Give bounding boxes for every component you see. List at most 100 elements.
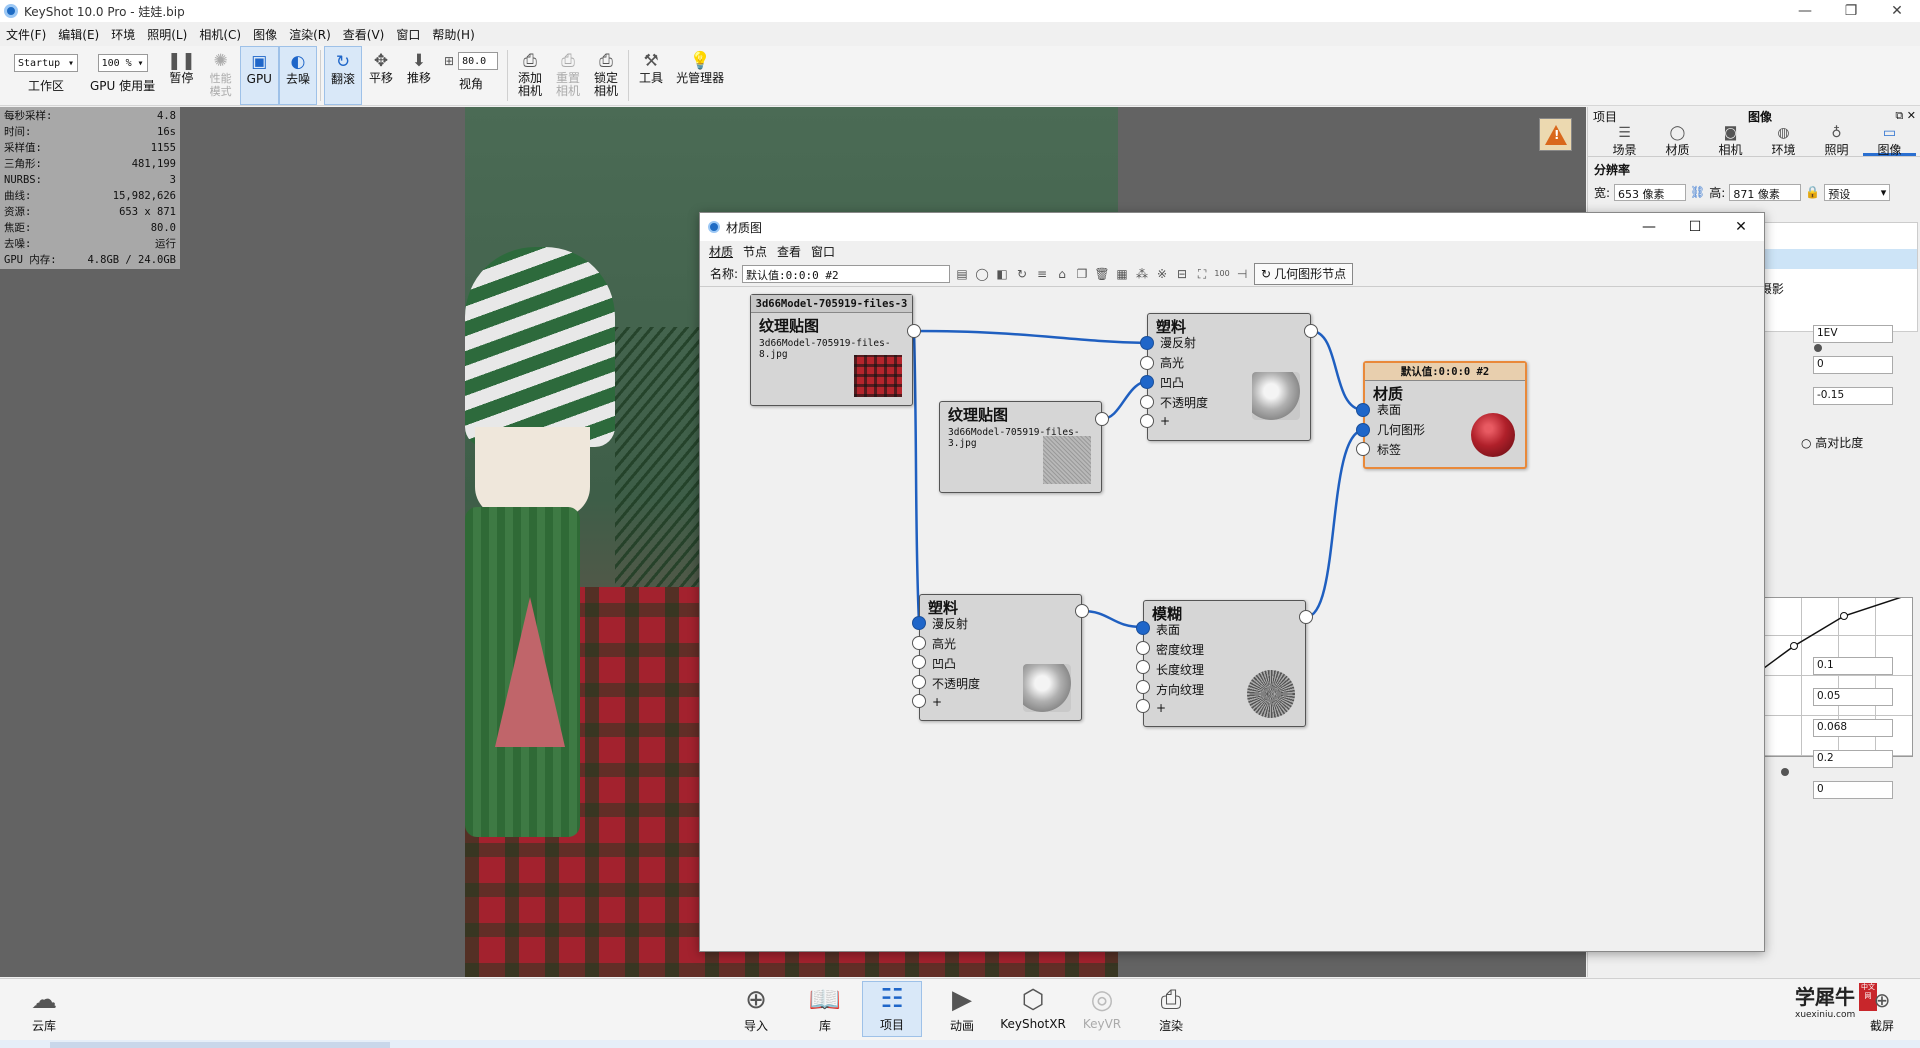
surface-pin[interactable] bbox=[1356, 403, 1370, 417]
split-icon[interactable]: ⊣ bbox=[1234, 266, 1250, 282]
material-output-node[interactable]: 默认值:0:0:0 #2 材质 表面 几何图形 标签 bbox=[1363, 361, 1527, 469]
reset-camera-button[interactable]: ⎙ 重置 相机 bbox=[549, 46, 587, 105]
pan-tool[interactable]: ✥ 平移 bbox=[362, 46, 400, 105]
keyshotxr-button[interactable]: ⬡ KeyShotXR bbox=[1000, 983, 1066, 1031]
plastic-node[interactable]: 塑料 漫反射 高光 凹凸 不透明度 + bbox=[1147, 313, 1311, 441]
panel-undock-close-icons[interactable]: ⧉ ✕ bbox=[1895, 109, 1916, 123]
node-icon-2[interactable]: ⁂ bbox=[1134, 266, 1150, 282]
tumble-tool[interactable]: ↻ 翻滚 bbox=[323, 46, 362, 105]
value-slider[interactable] bbox=[1781, 768, 1789, 776]
tools-button[interactable]: ⚒ 工具 bbox=[632, 46, 670, 105]
preset-dropdown[interactable]: 预设 ▾ bbox=[1824, 183, 1891, 201]
specular-pin[interactable] bbox=[912, 636, 926, 650]
menu-lighting[interactable]: 照明(L) bbox=[141, 24, 193, 44]
geometry-node-button[interactable]: ↻ 几何图形节点 bbox=[1254, 262, 1354, 285]
value-input-4[interactable]: 0.1 bbox=[1813, 657, 1893, 675]
add-pin[interactable] bbox=[912, 694, 926, 708]
node-graph-canvas[interactable]: 3d66Model-705919-files-3 纹理贴图 3d66Model-… bbox=[701, 289, 1763, 951]
texture-map-node[interactable]: 3d66Model-705919-files-3 纹理贴图 3d66Model-… bbox=[750, 294, 913, 406]
menu-node[interactable]: 节点 bbox=[738, 243, 772, 260]
menu-camera[interactable]: 相机(C) bbox=[193, 24, 247, 44]
workspace-select[interactable]: Startup ▾ bbox=[14, 54, 78, 72]
tab-image[interactable]: ▭ 图像 bbox=[1863, 125, 1916, 157]
texture-map-node[interactable]: 纹理贴图 3d66Model-705919-files-3.jpg bbox=[939, 401, 1102, 493]
bump-pin[interactable] bbox=[1140, 375, 1154, 389]
fit-icon[interactable]: ⛶ bbox=[1194, 266, 1210, 282]
import-button[interactable]: ⊕ 导入 bbox=[726, 983, 786, 1034]
material-name-input[interactable]: 默认值:0:0:0 #2 bbox=[742, 264, 951, 283]
specular-pin[interactable] bbox=[1140, 356, 1154, 370]
surface-pin[interactable] bbox=[1136, 621, 1150, 635]
warning-button[interactable]: ! bbox=[1539, 118, 1572, 151]
screenshot-button[interactable]: ⊕ 截屏 bbox=[1852, 983, 1912, 1034]
value-input-5[interactable]: 0.05 bbox=[1813, 688, 1893, 706]
link-icon[interactable]: ⌂ bbox=[1054, 266, 1070, 282]
node-icon-1[interactable]: ▦ bbox=[1114, 266, 1130, 282]
selected-style-row[interactable] bbox=[1764, 249, 1917, 269]
pause-button[interactable]: ❚❚ 暂停 bbox=[161, 46, 202, 105]
layout-icon[interactable]: ◧ bbox=[994, 266, 1010, 282]
cloud-library-button[interactable]: ☁ 云库 bbox=[14, 983, 74, 1034]
menu-window[interactable]: 窗口 bbox=[390, 24, 426, 44]
adjust-icon[interactable]: ≡ bbox=[1034, 266, 1050, 282]
output-pin[interactable] bbox=[1075, 604, 1089, 618]
zoom-100-icon[interactable]: 100 bbox=[1214, 266, 1230, 282]
library-button[interactable]: 📖 库 bbox=[795, 983, 855, 1034]
minimize-button[interactable]: — bbox=[1626, 213, 1672, 241]
output-pin[interactable] bbox=[1299, 610, 1313, 624]
performance-mode-button[interactable]: ✺ 性能 模式 bbox=[202, 46, 240, 105]
add-pin[interactable] bbox=[1140, 414, 1154, 428]
tab-camera[interactable]: ◙ 相机 bbox=[1704, 125, 1757, 157]
menu-help[interactable]: 帮助(H) bbox=[426, 24, 480, 44]
maximize-button[interactable]: ☐ bbox=[1672, 213, 1718, 241]
link-icon[interactable]: ⛓ bbox=[1690, 185, 1705, 199]
bump-pin[interactable] bbox=[912, 655, 926, 669]
value-input-3[interactable]: -0.15 bbox=[1813, 387, 1893, 405]
tab-lighting[interactable]: ♁ 照明 bbox=[1810, 125, 1863, 157]
render-button[interactable]: ⎙ 渲染 bbox=[1141, 983, 1201, 1034]
menu-file[interactable]: 文件(F) bbox=[0, 24, 52, 44]
menu-edit[interactable]: 编辑(E) bbox=[52, 24, 105, 44]
output-pin[interactable] bbox=[907, 324, 921, 338]
menu-environment[interactable]: 环境 bbox=[105, 24, 141, 44]
label-pin[interactable] bbox=[1356, 442, 1370, 456]
delete-icon[interactable]: 🗑 bbox=[1094, 266, 1110, 282]
length-texture-pin[interactable] bbox=[1136, 660, 1150, 674]
save-icon[interactable]: ▤ bbox=[954, 266, 970, 282]
fov-input[interactable]: 80.0 bbox=[458, 52, 499, 70]
high-contrast-radio[interactable]: ○ 高对比度 bbox=[1801, 434, 1863, 451]
dolly-tool[interactable]: ⬇ 推移 bbox=[400, 46, 438, 105]
add-camera-button[interactable]: ⎙ 添加 相机 bbox=[511, 46, 549, 105]
diffuse-pin[interactable] bbox=[912, 616, 926, 630]
menu-render[interactable]: 渲染(R) bbox=[283, 24, 337, 44]
plastic-node[interactable]: 塑料 漫反射 高光 凹凸 不透明度 + bbox=[919, 594, 1082, 721]
output-pin[interactable] bbox=[1304, 324, 1318, 338]
value-input-8[interactable]: 0 bbox=[1813, 781, 1893, 799]
close-button[interactable]: ✕ bbox=[1718, 213, 1764, 241]
animation-button[interactable]: ▶ 动画 bbox=[932, 983, 992, 1034]
lock-icon[interactable]: 🔒 bbox=[1805, 185, 1820, 199]
value-input-6[interactable]: 0.068 bbox=[1813, 719, 1893, 737]
exposure-slider[interactable] bbox=[1814, 344, 1822, 352]
keyvr-button[interactable]: ◎ KeyVR bbox=[1072, 983, 1132, 1031]
menu-image[interactable]: 图像 bbox=[247, 24, 283, 44]
gpu-toggle[interactable]: ▣ GPU bbox=[239, 46, 279, 105]
diffuse-pin[interactable] bbox=[1140, 336, 1154, 350]
denoise-toggle[interactable]: ◐ 去噪 bbox=[278, 46, 317, 105]
value-input-2[interactable]: 0 bbox=[1813, 356, 1893, 374]
menu-view[interactable]: 查看 bbox=[772, 243, 806, 260]
value-input-7[interactable]: 0.2 bbox=[1813, 750, 1893, 768]
menu-view[interactable]: 查看(V) bbox=[337, 24, 391, 44]
height-input[interactable]: 871 像素 bbox=[1729, 183, 1802, 201]
close-button[interactable]: ✕ bbox=[1874, 0, 1920, 22]
gpu-usage-select[interactable]: 100 % ▾ bbox=[97, 54, 148, 72]
minimize-button[interactable]: — bbox=[1782, 0, 1828, 22]
preview-icon[interactable]: ◯ bbox=[974, 266, 990, 282]
opacity-pin[interactable] bbox=[912, 675, 926, 689]
arrange-icon[interactable]: ⊟ bbox=[1174, 266, 1190, 282]
menu-window[interactable]: 窗口 bbox=[806, 243, 840, 260]
geometry-pin[interactable] bbox=[1356, 423, 1370, 437]
copy-icon[interactable]: ❐ bbox=[1074, 266, 1090, 282]
image-style-list[interactable] bbox=[1763, 222, 1918, 332]
direction-texture-pin[interactable] bbox=[1136, 680, 1150, 694]
